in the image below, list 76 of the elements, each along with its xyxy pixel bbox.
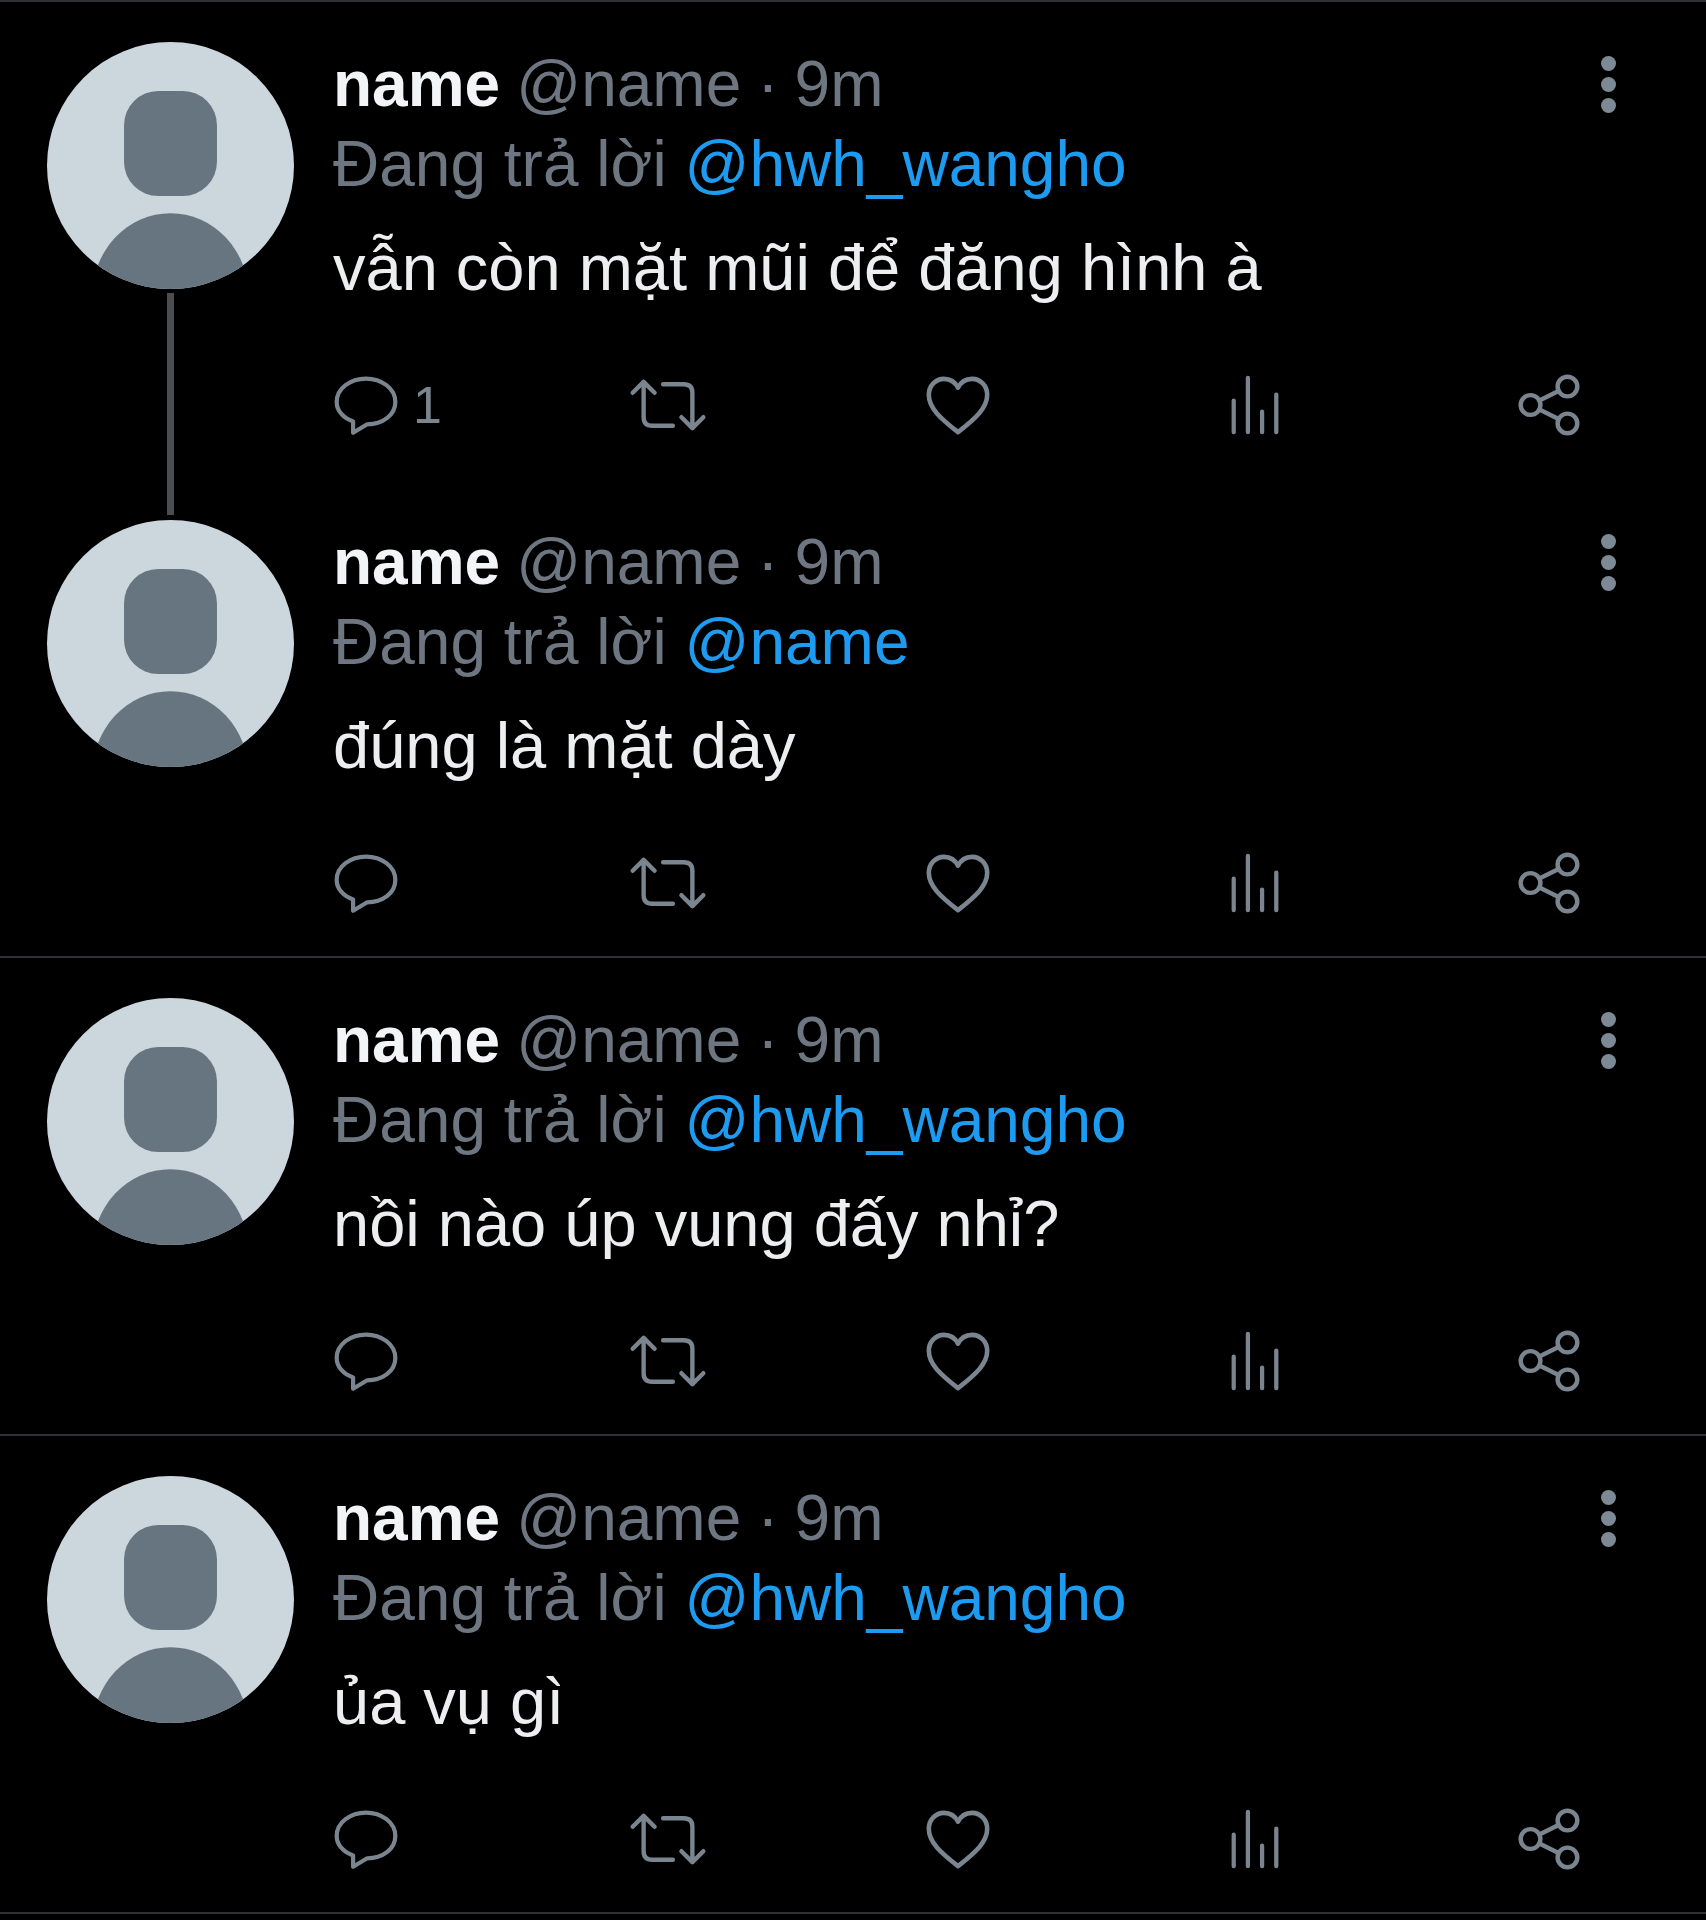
- like-button[interactable]: [925, 1808, 991, 1870]
- share-button[interactable]: [1517, 373, 1581, 437]
- timestamp: 9m: [794, 1481, 884, 1556]
- retweet-icon: [629, 1812, 707, 1866]
- mention-link[interactable]: @hwh_wangho: [684, 1562, 1127, 1634]
- user-handle: @name: [516, 525, 742, 600]
- retweet-button[interactable]: [629, 1812, 707, 1866]
- timestamp: 9m: [794, 1003, 884, 1078]
- bar-chart-icon: [1229, 852, 1281, 914]
- share-icon: [1517, 1329, 1581, 1393]
- reply-button[interactable]: [333, 852, 399, 914]
- mention-link[interactable]: @name: [684, 606, 910, 678]
- timestamp: 9m: [794, 47, 884, 122]
- heart-icon: [925, 852, 991, 914]
- share-button[interactable]: [1517, 1807, 1581, 1871]
- retweet-button[interactable]: [629, 378, 707, 432]
- separator: ·: [757, 1481, 779, 1556]
- reply-context: Đang trả lời @hwh_wangho: [333, 1561, 1128, 1636]
- avatar-icon[interactable]: [47, 42, 294, 289]
- mention-link[interactable]: @hwh_wangho: [684, 1084, 1127, 1156]
- heart-icon: [925, 1330, 991, 1392]
- more-button[interactable]: [1601, 1011, 1616, 1069]
- reply-button[interactable]: [333, 1808, 399, 1870]
- share-icon: [1517, 373, 1581, 437]
- tweet-text: vẫn còn mặt mũi để đăng hình à: [333, 230, 1263, 306]
- more-icon: [1601, 1489, 1616, 1547]
- share-icon: [1517, 1807, 1581, 1871]
- display-name[interactable]: name: [333, 1478, 501, 1558]
- more-icon: [1601, 55, 1616, 113]
- reply-context: Đang trả lời @hwh_wangho: [333, 1083, 1128, 1158]
- separator: ·: [757, 47, 779, 122]
- speech-bubble-icon: [333, 1330, 399, 1392]
- avatar-icon[interactable]: [47, 1476, 294, 1723]
- user-handle: @name: [516, 1481, 742, 1556]
- like-button[interactable]: [925, 1330, 991, 1392]
- reply-context: Đang trả lời @hwh_wangho: [333, 127, 1128, 202]
- reply-context: Đang trả lời @name: [333, 605, 911, 680]
- more-button[interactable]: [1601, 533, 1616, 591]
- bar-chart-icon: [1229, 1808, 1281, 1870]
- like-button[interactable]: [925, 374, 991, 436]
- more-icon: [1601, 1011, 1616, 1069]
- speech-bubble-icon: [333, 374, 399, 436]
- display-name[interactable]: name: [333, 522, 501, 602]
- timestamp: 9m: [794, 525, 884, 600]
- more-button[interactable]: [1601, 55, 1616, 113]
- tweet-text: đúng là mặt dày: [333, 708, 797, 784]
- heart-icon: [925, 374, 991, 436]
- separator: ·: [757, 525, 779, 600]
- user-handle: @name: [516, 47, 742, 122]
- display-name[interactable]: name: [333, 44, 501, 124]
- bar-chart-icon: [1229, 1330, 1281, 1392]
- share-button[interactable]: [1517, 1329, 1581, 1393]
- more-icon: [1601, 533, 1616, 591]
- retweet-button[interactable]: [629, 1334, 707, 1388]
- user-handle: @name: [516, 1003, 742, 1078]
- reply-button[interactable]: 1: [333, 374, 442, 436]
- like-button[interactable]: [925, 852, 991, 914]
- avatar-icon[interactable]: [47, 998, 294, 1245]
- bar-chart-icon: [1229, 374, 1281, 436]
- avatar-icon[interactable]: [47, 520, 294, 767]
- speech-bubble-icon: [333, 852, 399, 914]
- tweet-text: nồi nào úp vung đấy nhỉ?: [333, 1186, 1061, 1262]
- display-name[interactable]: name: [333, 1000, 501, 1080]
- mention-link[interactable]: @hwh_wangho: [684, 128, 1127, 200]
- more-button[interactable]: [1601, 1489, 1616, 1547]
- reply-button[interactable]: [333, 1330, 399, 1392]
- retweet-button[interactable]: [629, 856, 707, 910]
- retweet-icon: [629, 378, 707, 432]
- share-icon: [1517, 851, 1581, 915]
- speech-bubble-icon: [333, 1808, 399, 1870]
- separator: ·: [757, 1003, 779, 1078]
- share-button[interactable]: [1517, 851, 1581, 915]
- retweet-icon: [629, 856, 707, 910]
- tweet-text: ủa vụ gì: [333, 1664, 566, 1740]
- heart-icon: [925, 1808, 991, 1870]
- retweet-icon: [629, 1334, 707, 1388]
